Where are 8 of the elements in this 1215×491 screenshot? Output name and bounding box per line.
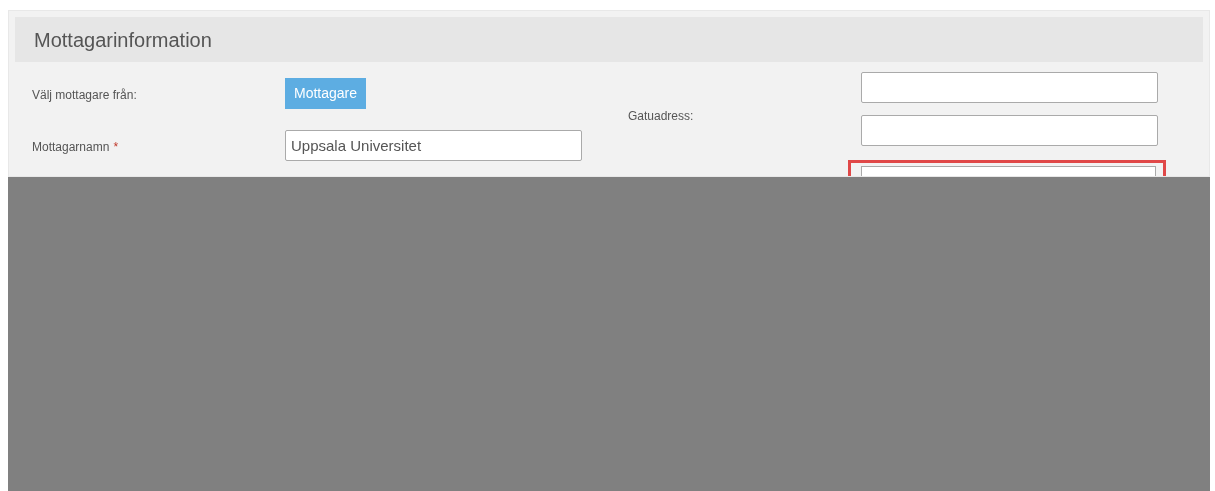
input-field[interactable]: [861, 72, 1158, 103]
field-label: Mottagarnamn: [32, 140, 110, 154]
field-label: Välj mottagare från:: [32, 88, 137, 102]
panel-title: Mottagarinformation: [34, 27, 212, 53]
input-field[interactable]: Uppsala Universitet: [285, 130, 582, 161]
field-label: Gatuadress:: [628, 108, 694, 125]
input-field[interactable]: [861, 115, 1158, 146]
required-mark: *: [113, 140, 119, 154]
